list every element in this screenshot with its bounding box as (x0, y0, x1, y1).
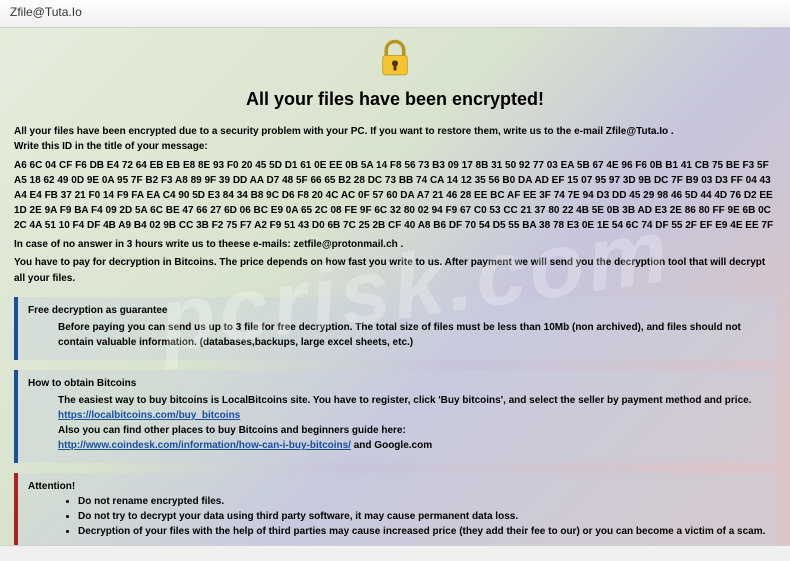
noanswer-line: In case of no answer in 3 hours write us… (14, 237, 776, 253)
id-line-label: Write this ID in the title of your messa… (14, 141, 208, 152)
intro-text: All your files have been encrypted due t… (14, 124, 776, 154)
btc-line1: The easiest way to buy bitcoins is Local… (58, 395, 751, 406)
btc-line2: Also you can find other places to buy Bi… (58, 425, 406, 436)
page-title: All your files have been encrypted! (14, 89, 776, 110)
noanswer-pre: In case of no answer in 3 hours write us… (14, 239, 294, 250)
statusbar (0, 545, 790, 561)
intro-email: Zfile@Tuta.Io (606, 126, 668, 137)
panel-btc-title: How to obtain Bitcoins (28, 378, 766, 389)
noanswer-post: . (401, 239, 404, 250)
panel-free-body: Before paying you can send us up to 3 fi… (28, 320, 766, 350)
window-titlebar: Zfile@Tuta.Io (0, 0, 790, 28)
attn-item: Do not try to decrypt your data using th… (78, 511, 766, 522)
attn-list: Do not rename encrypted files. Do not tr… (28, 496, 766, 537)
lock-icon-wrap (14, 38, 776, 83)
btc-link1[interactable]: https://localbitcoins.com/buy_bitcoins (58, 410, 240, 421)
hex-id: A6 6C 04 CF F6 DB E4 72 64 EB EB E8 8E 9… (14, 158, 776, 233)
btc-link2[interactable]: http://www.coindesk.com/information/how-… (58, 440, 351, 451)
content-area: pcrisk.com All your files have been encr… (0, 28, 790, 545)
attn-item: Do not rename encrypted files. (78, 496, 766, 507)
window-title: Zfile@Tuta.Io (10, 5, 82, 19)
panel-free-decryption: Free decryption as guarantee Before payi… (14, 297, 776, 360)
intro-post: . (671, 126, 674, 137)
attn-item: Decryption of your files with the help o… (78, 526, 766, 537)
panel-free-title: Free decryption as guarantee (28, 305, 766, 316)
panel-btc-body: The easiest way to buy bitcoins is Local… (28, 393, 766, 453)
panel-bitcoins: How to obtain Bitcoins The easiest way t… (14, 370, 776, 463)
pay-line: You have to pay for decryption in Bitcoi… (14, 255, 776, 287)
intro-pre: All your files have been encrypted due t… (14, 126, 606, 137)
panel-attention: Attention! Do not rename encrypted files… (14, 473, 776, 545)
panel-attn-title: Attention! (28, 481, 766, 492)
btc-line2-post: and Google.com (354, 440, 432, 451)
lock-icon (374, 38, 416, 80)
noanswer-email: zetfile@protonmail.ch (294, 239, 398, 250)
